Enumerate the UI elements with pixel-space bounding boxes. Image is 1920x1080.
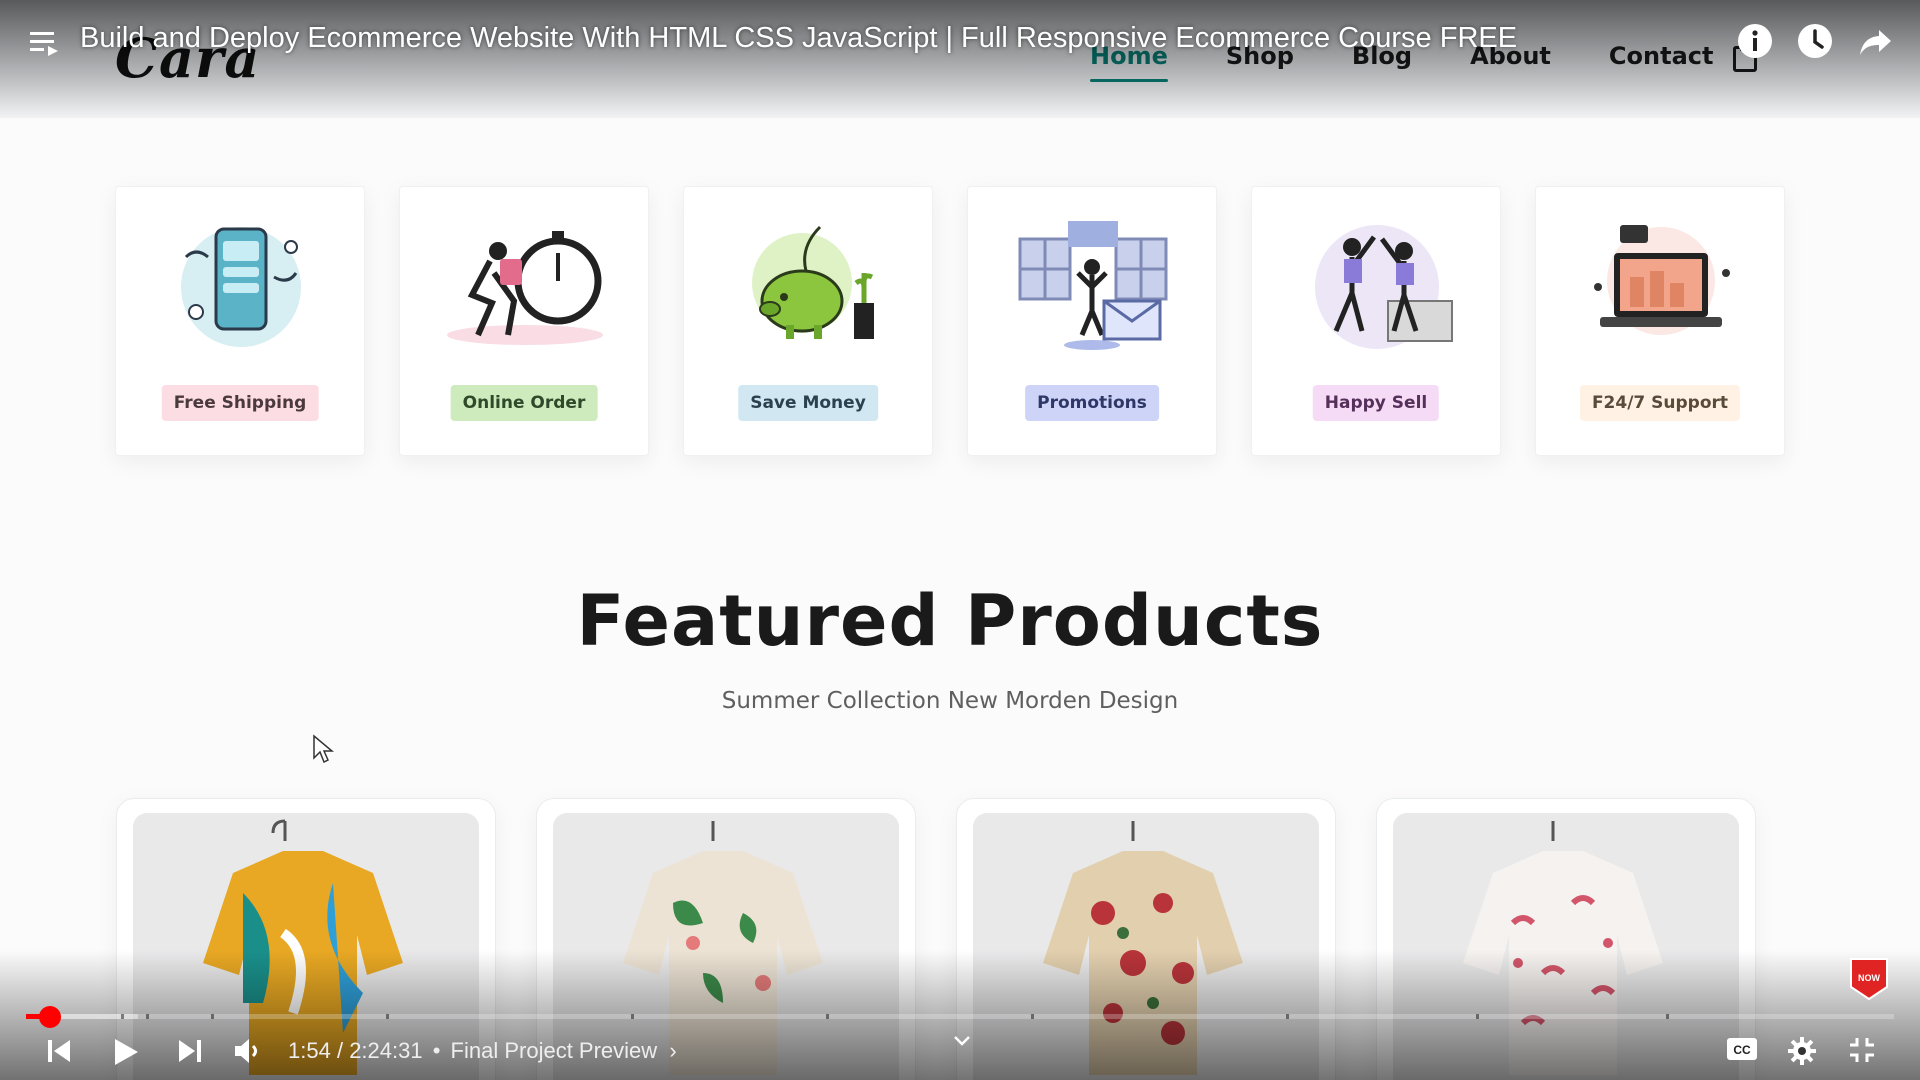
info-icon[interactable] (1736, 22, 1774, 60)
chapter-marker (121, 1014, 124, 1019)
chapter-title[interactable]: Final Project Preview (451, 1038, 658, 1063)
feature-label: Online Order (450, 385, 598, 421)
feature-label: F24/7 Support (1579, 385, 1741, 421)
chapter-marker (1476, 1014, 1479, 1019)
feature-list: Free Shipping Online Order Save Money Pr… (115, 186, 1785, 456)
gear-icon[interactable] (1787, 1036, 1817, 1066)
skip-previous-icon[interactable] (46, 1036, 72, 1066)
chapter-marker (1286, 1014, 1289, 1019)
subscribe-badge-icon[interactable]: NOW (1848, 955, 1890, 1001)
high-five-illustration-icon (1315, 225, 1453, 349)
exit-fullscreen-icon[interactable] (1848, 1036, 1876, 1064)
time-display: 1:54 / 2:24:31 • Final Project Preview › (288, 1038, 677, 1063)
player-controls: 1:54 / 2:24:31 • Final Project Preview ›… (0, 1030, 1920, 1080)
website-preview: Cara Home Shop Blog About Contact Free S… (0, 0, 1920, 1080)
video-frame[interactable]: Cara Home Shop Blog About Contact Free S… (0, 0, 1920, 1080)
promotions-illustration-icon (1018, 221, 1168, 350)
duration: 2:24:31 (349, 1038, 423, 1063)
chevron-right-icon[interactable]: › (669, 1038, 676, 1063)
phone-shipping-illustration-icon (181, 227, 301, 347)
chapter-marker (1666, 1014, 1669, 1019)
svg-text:CC: CC (1733, 1043, 1751, 1057)
clock-icon[interactable] (1796, 22, 1834, 60)
feature-card-free-shipping: Free Shipping (115, 186, 365, 456)
chapter-marker (211, 1014, 214, 1019)
feature-label: Happy Sell (1312, 385, 1440, 421)
volume-icon[interactable] (232, 1036, 262, 1066)
svg-text:NOW: NOW (1858, 973, 1881, 983)
chevron-down-icon[interactable] (952, 1034, 972, 1048)
feature-card-support: F24/7 Support (1535, 186, 1785, 456)
playlist-icon[interactable] (28, 26, 62, 58)
share-icon[interactable] (1857, 22, 1895, 60)
feature-card-happy-sell: Happy Sell (1251, 186, 1501, 456)
featured-products-subtitle: Summer Collection New Morden Design (721, 688, 1179, 714)
chapter-marker (631, 1014, 634, 1019)
feature-card-promotions: Promotions (967, 186, 1217, 456)
chapter-marker (1031, 1014, 1034, 1019)
progress-bar[interactable] (26, 1006, 1894, 1028)
video-title[interactable]: Build and Deploy Ecommerce Website With … (80, 22, 1517, 55)
feature-label: Free Shipping (161, 385, 319, 421)
laptop-support-illustration-icon (1594, 225, 1730, 335)
feature-label: Save Money (738, 385, 878, 421)
piggy-bank-illustration-icon (752, 225, 874, 339)
mouse-cursor-icon (313, 734, 334, 764)
stopwatch-runner-illustration-icon (447, 231, 603, 345)
play-icon[interactable] (111, 1036, 141, 1068)
chapter-marker (826, 1014, 829, 1019)
chapter-marker (386, 1014, 389, 1019)
feature-card-save-money: Save Money (683, 186, 933, 456)
current-time: 1:54 (288, 1038, 331, 1063)
captions-icon[interactable]: CC (1726, 1036, 1758, 1062)
chapter-separator: • (432, 1038, 441, 1063)
featured-products-title: Featured Products (576, 580, 1324, 662)
feature-card-online-order: Online Order (399, 186, 649, 456)
feature-label: Promotions (1025, 385, 1159, 421)
skip-next-icon[interactable] (177, 1036, 203, 1066)
player-top-bar: Build and Deploy Ecommerce Website With … (0, 0, 1920, 80)
chapter-marker (146, 1014, 149, 1019)
